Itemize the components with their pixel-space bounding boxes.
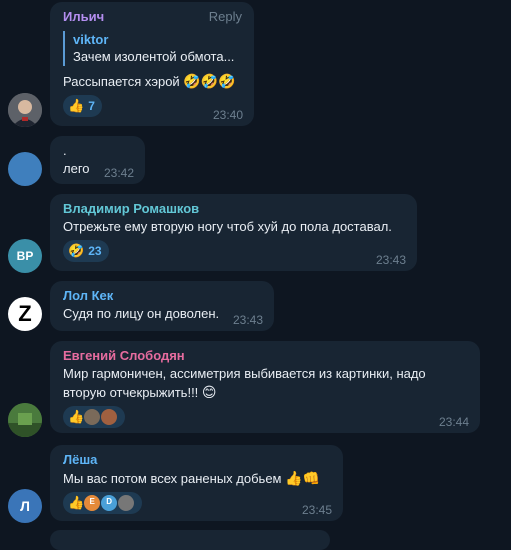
avatar-letter: Z [18, 301, 32, 326]
thumbs-up-icon: 👍 [68, 495, 85, 510]
reactor-avatar [117, 494, 136, 512]
message-time: 23:42 [103, 166, 134, 180]
avatar[interactable]: ВР [8, 239, 42, 273]
rofl-icon: 🤣 [68, 243, 85, 258]
reactor-avatar [100, 408, 119, 426]
reaction-thumbs-up[interactable]: 👍 E D [63, 492, 143, 514]
message-time: 23:45 [301, 503, 332, 517]
reaction-count: 23 [88, 244, 102, 258]
message-text-body: Мы вас потом всех раненых добьем [63, 471, 282, 486]
message-text-line: . [63, 143, 67, 158]
avatar[interactable]: Л [8, 489, 42, 523]
avatar[interactable]: Z [8, 297, 42, 331]
message-author[interactable]: Лол Кек [63, 287, 262, 305]
message-text-line: Мир гармоничен, ассиметрия выбивается из… [63, 366, 426, 381]
message-author[interactable]: Евгений Слободян [63, 347, 468, 365]
reactor-avatar [83, 408, 102, 426]
message-text: Отрежьте ему вторую ногу чтоб хуй до пол… [63, 219, 392, 234]
message-bubble[interactable] [50, 530, 330, 550]
reactor-avatar: E [83, 494, 102, 512]
message-text-body: вторую отчекрыжить!!! [63, 385, 199, 400]
message-time: 23:40 [212, 108, 243, 122]
message-text: Мы вас потом всех раненых добьем 👍👊 [63, 469, 331, 488]
message-bubble[interactable]: . лего 23:42 [50, 136, 145, 184]
smile-emoji: 😊 [201, 384, 217, 400]
quote-author: viktor [73, 32, 109, 47]
message-bubble[interactable]: Лол Кек Судя по лицу он доволен. 23:43 [50, 281, 274, 331]
message-bubble[interactable]: Евгений Слободян Мир гармоничен, ассимет… [50, 341, 480, 433]
reactions-bar: 👍 E D [63, 492, 331, 514]
avatar[interactable] [8, 93, 42, 127]
message-time: 23:43 [375, 253, 406, 267]
avatar[interactable] [8, 152, 42, 186]
avatar[interactable] [8, 403, 42, 437]
message-author[interactable]: Лёша [63, 451, 331, 469]
reactor-avatar: D [100, 494, 119, 512]
thumbs-up-icon: 👍 [68, 409, 85, 424]
thumbs-fist-emoji: 👍👊 [285, 470, 320, 486]
message-text: Рассыпается хэрой 🤣🤣🤣 [63, 72, 242, 91]
quote-text: Зачем изолентой обмота... [73, 49, 235, 64]
message-text-body: Рассыпается хэрой [63, 74, 180, 89]
message-bubble[interactable]: Лёша Мы вас потом всех раненых добьем 👍👊… [50, 445, 343, 521]
reactions-bar: 👍 [63, 406, 468, 428]
portrait-icon [8, 93, 42, 127]
message-time: 23:43 [232, 313, 263, 327]
message-author[interactable]: Владимир Ромашков [63, 200, 405, 218]
thumbs-up-icon: 👍 [68, 98, 85, 113]
reaction-rofl[interactable]: 🤣 23 [63, 240, 109, 262]
reply-quote[interactable]: viktor Зачем изолентой обмота... [63, 31, 242, 66]
reaction-thumbs-up[interactable]: 👍 [63, 406, 126, 428]
message-bubble[interactable]: Ильич Reply viktor Зачем изолентой обмот… [50, 2, 254, 126]
message-time: 23:44 [438, 415, 469, 429]
reaction-thumbs-up[interactable]: 👍 7 [63, 95, 102, 117]
message-bubble[interactable]: Владимир Ромашков Отрежьте ему вторую но… [50, 194, 417, 271]
reactions-bar: 🤣 23 [63, 240, 405, 262]
reaction-count: 7 [88, 99, 95, 113]
reply-button[interactable]: Reply [209, 9, 242, 24]
rofl-emoji: 🤣🤣🤣 [183, 73, 236, 89]
landscape-icon [8, 403, 42, 437]
message-text-line: вторую отчекрыжить!!! 😊 [63, 383, 468, 402]
